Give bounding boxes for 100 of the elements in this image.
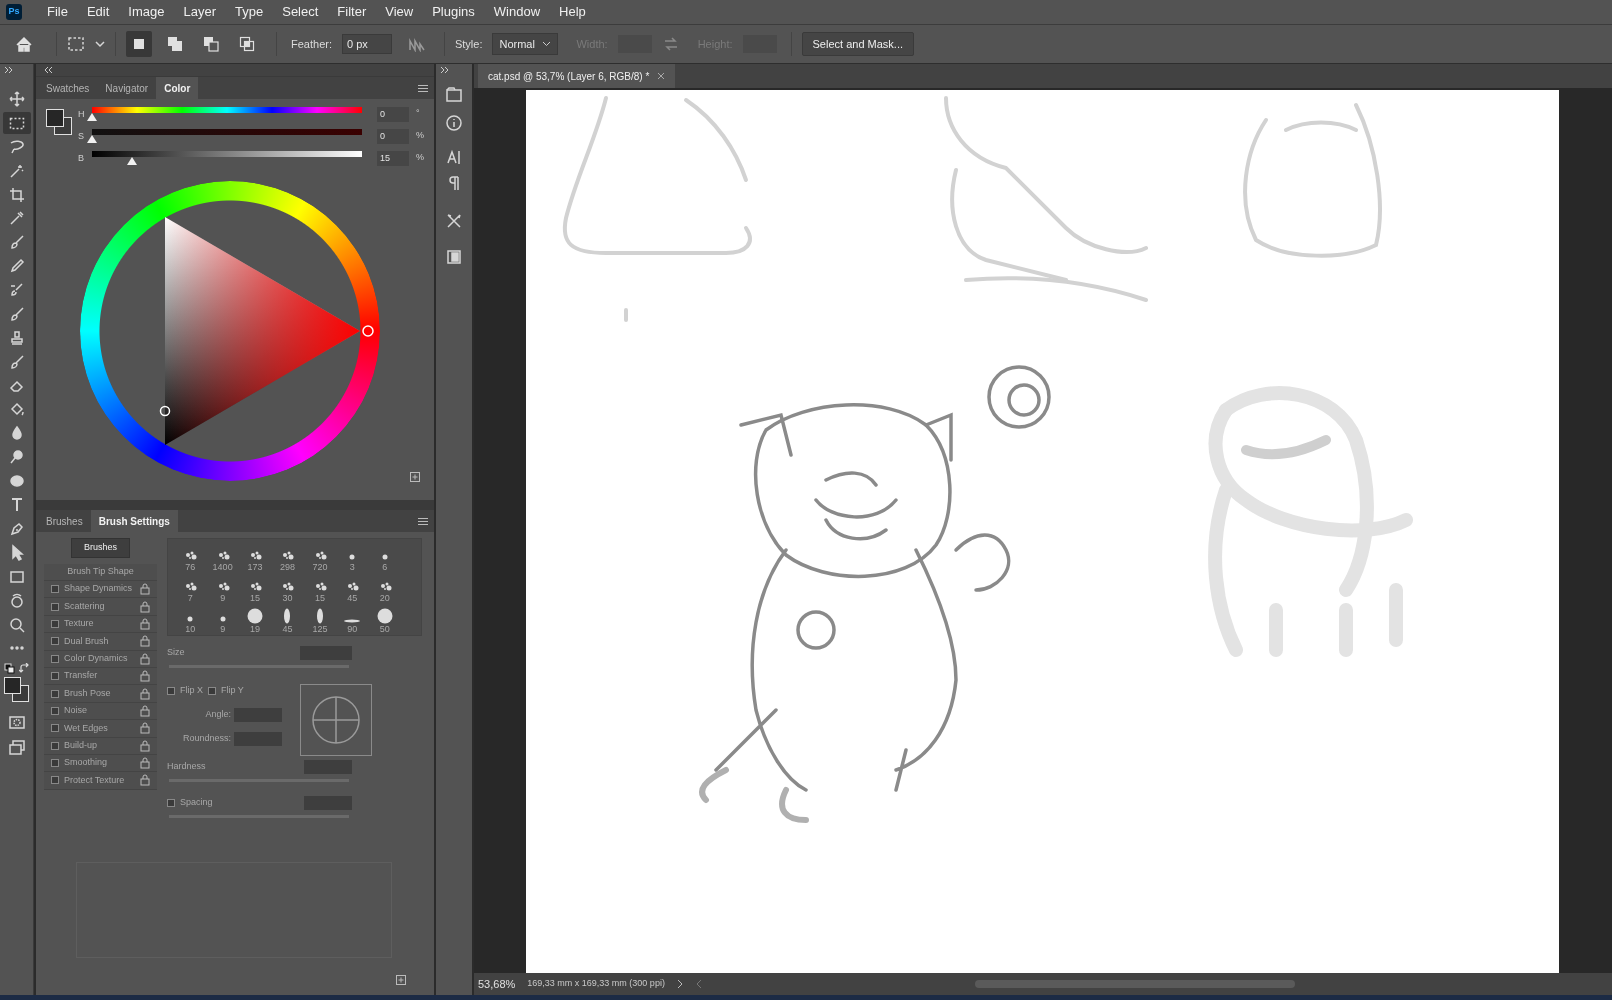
brush-size-label: 30 (282, 593, 293, 603)
menu-item[interactable]: View (383, 2, 416, 22)
brush-option-label: Scattering (64, 599, 106, 613)
selection-mode-icon (238, 35, 256, 53)
brush-size-label: 125 (312, 624, 328, 634)
selection-mode-icon (166, 35, 184, 53)
caret-icon (542, 41, 552, 47)
document-tab-title: cat.psd @ 53,7% (Layer 6, RGB/8) * (488, 69, 650, 84)
brush-option-label: Dual Brush (64, 634, 110, 648)
unit-label: % (416, 129, 424, 142)
brush-option-label: Color Dynamics (64, 652, 129, 665)
caret-icon[interactable] (95, 40, 105, 48)
brush-tip-icon[interactable] (376, 608, 393, 624)
move-icon[interactable] (7, 90, 26, 108)
spacing-label: Spacing (180, 796, 214, 810)
menu-item[interactable]: Select (280, 2, 321, 22)
default-colors-icon[interactable] (3, 663, 15, 675)
roundness-label: Roundness: (182, 731, 231, 745)
new-brush-icon[interactable] (396, 975, 406, 985)
brush-size-label: 19 (250, 624, 261, 634)
brush-size-label: 45 (282, 624, 293, 634)
flip-y-label: Flip Y (221, 684, 244, 697)
panel-tab[interactable]: Swatches (38, 77, 98, 99)
zoom-icon[interactable] (7, 615, 26, 634)
panel-menu-icon[interactable] (418, 83, 428, 93)
brush-option-label: Brush Pose (64, 686, 112, 700)
screen-mode-icon[interactable] (7, 739, 26, 757)
slider-label: B (78, 152, 85, 165)
menu-item[interactable]: Type (233, 2, 266, 22)
brush-size-label: 6 (382, 562, 388, 572)
collapse-icon[interactable] (440, 66, 449, 74)
brush-option-label: Protect Texture (64, 773, 126, 787)
expand-panel-icon[interactable] (410, 472, 420, 482)
tool-button[interactable] (2, 111, 31, 134)
color-swatches[interactable] (2, 676, 31, 705)
anti-alias-icon[interactable] (407, 36, 426, 52)
panel-icon[interactable] (445, 248, 463, 266)
feather-label: Feather: (291, 36, 332, 52)
value-field[interactable]: 0 (377, 129, 409, 144)
zoom-level[interactable]: 53,68% (478, 975, 516, 993)
brush-size-label: 76 (185, 562, 196, 572)
selection-mode-icon (202, 35, 220, 53)
brush-option-label: Shape Dynamics (64, 582, 134, 596)
quick-mask-icon[interactable] (7, 714, 26, 732)
brush-tip-icon[interactable] (283, 608, 292, 624)
panel-menu-icon[interactable] (418, 516, 428, 526)
brush-option-label: Noise (64, 704, 88, 718)
swap-colors-icon[interactable] (18, 663, 30, 675)
style-dropdown[interactable]: Normal (492, 33, 559, 55)
brush-size-label: 1400 (212, 562, 233, 572)
value-field[interactable]: 15 (377, 151, 409, 166)
brush-size-label: 720 (312, 562, 328, 572)
menu-item[interactable]: Plugins (430, 2, 477, 22)
brush-size-label: 173 (247, 562, 263, 572)
panel-tab[interactable]: Navigator (97, 77, 157, 99)
hue-marker[interactable] (362, 325, 374, 337)
slider-thumb[interactable] (87, 113, 97, 121)
menu-item[interactable]: Layer (181, 2, 219, 22)
brush-size-label: 20 (379, 593, 390, 603)
app-logo: Ps (6, 4, 22, 20)
collapse-icon[interactable] (4, 66, 13, 74)
color-marker[interactable] (159, 405, 171, 417)
chevron-right-icon[interactable] (676, 979, 684, 989)
brush-option-label: Transfer (64, 669, 99, 683)
hardness-label: Hardness (167, 760, 206, 774)
brush-tip-icon[interactable] (315, 608, 324, 624)
expand-icon[interactable] (44, 66, 53, 74)
brush-tip-icon[interactable] (343, 618, 362, 624)
libraries-icon[interactable] (445, 86, 463, 104)
select-and-mask-button[interactable]: Select and Mask... (801, 32, 915, 56)
new-selection-button[interactable] (126, 31, 152, 57)
horizontal-scrollbar[interactable] (974, 980, 1295, 988)
brush-option-label: Texture (64, 617, 95, 631)
character-icon[interactable] (445, 148, 463, 166)
menu-item[interactable]: File (45, 2, 70, 22)
style-label: Style: (454, 36, 483, 52)
brush-size-label: 45 (347, 593, 358, 603)
menu-item[interactable]: Edit (84, 2, 112, 22)
brush-option-label: Wet Edges (64, 721, 109, 735)
menu-item[interactable]: Help (557, 2, 588, 22)
brush-size-label: 298 (279, 562, 295, 572)
value-field[interactable]: 0 (377, 107, 409, 122)
info-icon[interactable] (445, 114, 463, 132)
menu-item[interactable]: Filter (335, 2, 369, 22)
feather-field[interactable]: 0 px (341, 34, 392, 54)
brush-size-label: 15 (314, 593, 325, 603)
crop-icon[interactable] (7, 185, 26, 204)
slider-thumb[interactable] (127, 157, 138, 165)
slider-label: S (78, 130, 85, 143)
close-icon[interactable] (657, 72, 666, 80)
panel-tab[interactable]: Color (156, 77, 199, 99)
brush-tip-icon[interactable] (247, 608, 264, 624)
menu-item[interactable]: Image (126, 2, 167, 22)
document-tab[interactable]: cat.psd @ 53,7% (Layer 6, RGB/8) * (478, 64, 676, 88)
rectangular-marquee-icon[interactable] (67, 35, 85, 53)
home-icon[interactable] (14, 35, 34, 53)
brush-angle-preview[interactable] (300, 684, 372, 756)
slider-thumb[interactable] (87, 135, 97, 143)
menu-item[interactable]: Window (491, 2, 543, 22)
brush-size-label: 10 (185, 624, 196, 634)
